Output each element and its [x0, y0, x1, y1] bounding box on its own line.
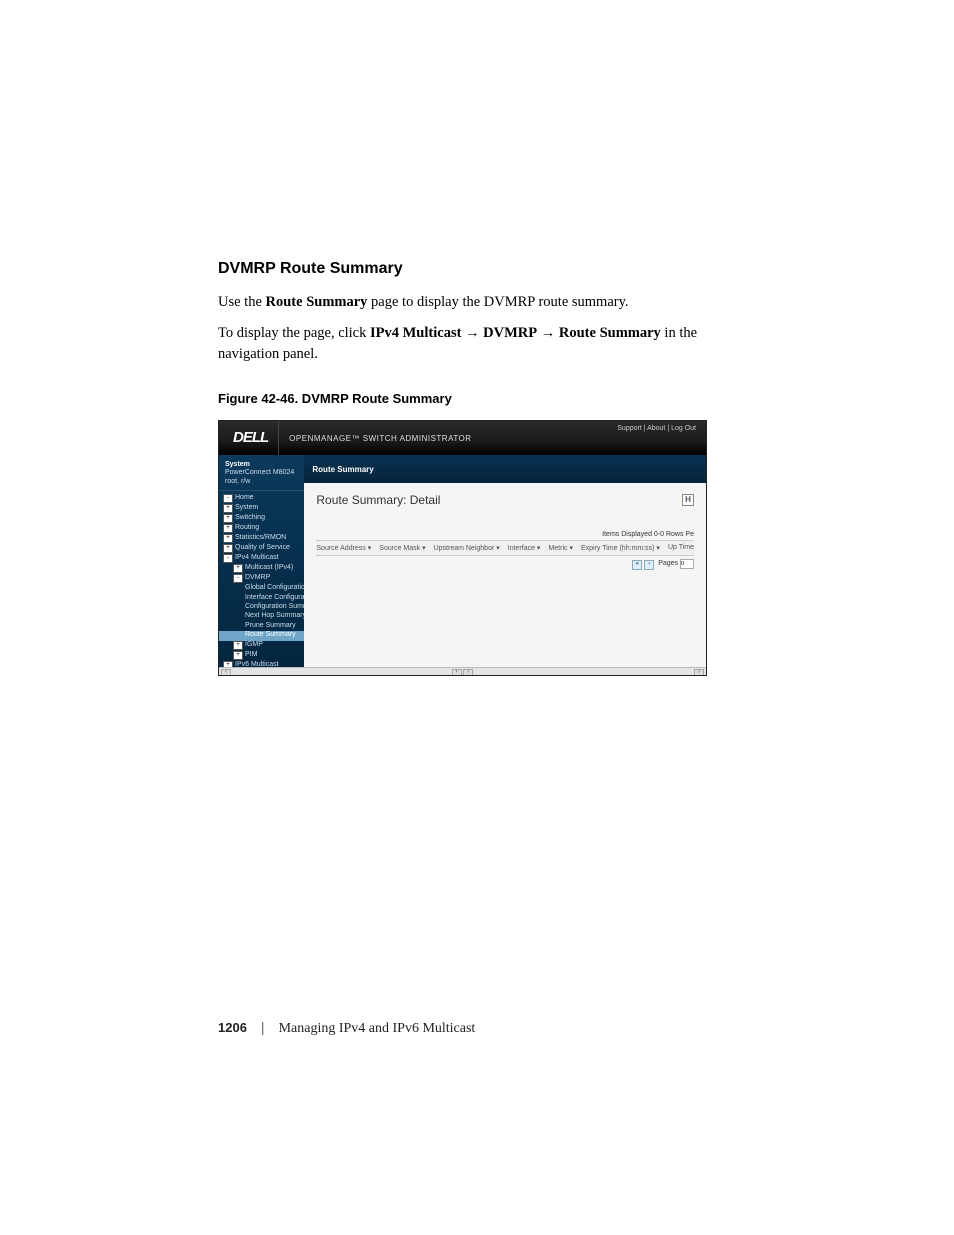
- sidebar-item-label: Global Configuratio: [245, 584, 304, 591]
- sidebar-item-label: Multicast (IPv4): [245, 564, 293, 571]
- section-heading: DVMRP Route Summary: [218, 260, 736, 278]
- table-header: Source Address ▾ Source Mask ▾ Upstream Ne…: [316, 540, 694, 556]
- sidebar-item[interactable]: Global Configuratio: [219, 584, 304, 593]
- figure-caption: Figure 42-46. DVMRP Route Summary: [218, 391, 736, 406]
- pages-label: Pages: [658, 560, 678, 567]
- expand-icon[interactable]: +: [223, 534, 233, 543]
- expand-icon[interactable]: +: [223, 514, 233, 523]
- expand-icon[interactable]: +: [223, 544, 233, 553]
- collapse-icon[interactable]: -: [223, 554, 233, 563]
- column-header[interactable]: Source Address ▾: [316, 544, 371, 552]
- sidebar-subtitle: PowerConnect M8024 root, r/w: [219, 469, 304, 491]
- nav-step-1: IPv4 Multicast: [370, 325, 461, 341]
- sidebar-item-label: Switching: [235, 514, 265, 521]
- arrow: →: [537, 325, 559, 341]
- expand-icon[interactable]: +: [223, 504, 233, 513]
- chapter-title: Managing IPv4 and IPv6 Multicast: [279, 1021, 476, 1037]
- sidebar-item[interactable]: Route Summary: [219, 631, 304, 640]
- column-header[interactable]: Source Mask ▾: [379, 544, 425, 552]
- page-number-input[interactable]: [680, 559, 694, 569]
- sidebar-item-label: Routing: [235, 524, 259, 531]
- sidebar-item[interactable]: +Statistics/RMON: [219, 534, 304, 544]
- sidebar-item[interactable]: -IPv4 Multicast: [219, 554, 304, 564]
- column-header[interactable]: Up Time: [668, 544, 694, 552]
- sidebar-item[interactable]: Interface Configurat: [219, 594, 304, 603]
- scroll-left-icon[interactable]: ‹: [221, 669, 231, 677]
- scroll-right-icon[interactable]: ›: [452, 669, 462, 677]
- panel-title: Route Summary: Detail: [316, 493, 440, 507]
- expand-icon[interactable]: +: [223, 524, 233, 533]
- app-header: DELL OPENMANAGE™ SWITCH ADMINISTRATOR Su…: [219, 421, 706, 455]
- column-header[interactable]: Upstream Neighbor ▾: [434, 544, 500, 552]
- figure-screenshot: DELL OPENMANAGE™ SWITCH ADMINISTRATOR Su…: [218, 420, 707, 676]
- sidebar-item-label: Quality of Service: [235, 544, 290, 551]
- dell-logo: DELL: [219, 421, 279, 455]
- user-mode: root, r/w: [225, 478, 250, 485]
- sidebar-item[interactable]: Prune Summary: [219, 622, 304, 631]
- sidebar-item-label: Prune Summary: [245, 622, 296, 629]
- text-bold: Route Summary: [266, 294, 368, 310]
- scroll-left-icon[interactable]: ‹: [463, 669, 473, 677]
- text: To display the page, click: [218, 325, 370, 341]
- sidebar-item-label: Route Summary: [245, 631, 296, 638]
- nav-step-2: DVMRP: [483, 325, 537, 341]
- scroll-right-icon[interactable]: ›: [694, 669, 704, 677]
- sidebar-item[interactable]: Configuration Summ: [219, 603, 304, 612]
- device-name: PowerConnect M8024: [225, 469, 294, 476]
- sidebar-title: System: [219, 459, 304, 469]
- collapse-icon[interactable]: -: [233, 574, 243, 583]
- sidebar-item[interactable]: +Routing: [219, 524, 304, 534]
- column-header[interactable]: Interface ▾: [508, 544, 541, 552]
- sidebar-item-label: Home: [235, 494, 254, 501]
- sidebar-item-label: IPv6 Multicast: [235, 661, 279, 667]
- sidebar-item-label: IGMP: [245, 641, 263, 648]
- text: page to display the DVMRP route summary.: [367, 294, 628, 310]
- column-header[interactable]: Metric ▾: [548, 544, 573, 552]
- prev-page-icon[interactable]: ‹: [644, 560, 654, 570]
- sidebar-item-label: Next Hop Summary: [245, 612, 304, 619]
- expand-icon[interactable]: +: [223, 661, 233, 667]
- sidebar-item[interactable]: Next Hop Summary: [219, 612, 304, 621]
- sidebar-item-label: Interface Configurat: [245, 594, 304, 601]
- sidebar-item[interactable]: -Home: [219, 494, 304, 504]
- scrollbar-bottom[interactable]: ‹ › ‹ ›: [219, 667, 706, 676]
- expand-icon[interactable]: +: [233, 641, 243, 650]
- nav-step-3: Route Summary: [559, 325, 661, 341]
- sidebar-item[interactable]: +PIM: [219, 651, 304, 661]
- items-displayed-label: Items Displayed 0-0 Rows Pe: [316, 531, 694, 538]
- intro-paragraph-1: Use the Route Summary page to display th…: [218, 292, 736, 313]
- sidebar-item[interactable]: +Quality of Service: [219, 544, 304, 554]
- first-page-icon[interactable]: «: [632, 560, 642, 570]
- breadcrumb: Route Summary: [304, 455, 706, 483]
- content-panel: Route Summary: Detail H Items Displayed …: [304, 483, 706, 667]
- collapse-icon[interactable]: -: [223, 494, 233, 503]
- sidebar-item[interactable]: +Switching: [219, 514, 304, 524]
- sidebar-item[interactable]: +System: [219, 504, 304, 514]
- sidebar-item[interactable]: -DVMRP: [219, 574, 304, 584]
- sidebar-item-label: DVMRP: [245, 574, 270, 581]
- print-icon[interactable]: H: [682, 494, 694, 506]
- arrow: →: [461, 325, 483, 341]
- sidebar-item-label: Configuration Summ: [245, 603, 304, 610]
- expand-icon[interactable]: +: [233, 651, 243, 660]
- footer-divider: |: [261, 1019, 265, 1035]
- column-header[interactable]: Expiry Time (hh:mm:ss) ▾: [581, 544, 660, 552]
- intro-paragraph-2: To display the page, click IPv4 Multicas…: [218, 323, 736, 365]
- pager: « ‹ Pages: [316, 559, 694, 570]
- sidebar-item-label: Statistics/RMON: [235, 534, 286, 541]
- expand-icon[interactable]: +: [233, 564, 243, 573]
- sidebar-item[interactable]: +IGMP: [219, 641, 304, 651]
- sidebar-item-label: System: [235, 504, 258, 511]
- sidebar-item[interactable]: +IPv6 Multicast: [219, 661, 304, 667]
- top-links[interactable]: Support | About | Log Out: [617, 425, 696, 432]
- nav-sidebar: System PowerConnect M8024 root, r/w -Hom…: [219, 455, 304, 667]
- sidebar-item-label: PIM: [245, 651, 257, 658]
- page-footer: 1206 | Managing IPv4 and IPv6 Multicast: [218, 1019, 475, 1037]
- page-number: 1206: [218, 1020, 247, 1035]
- product-name: OPENMANAGE™ SWITCH ADMINISTRATOR: [279, 434, 471, 443]
- sidebar-item[interactable]: +Multicast (IPv4): [219, 564, 304, 574]
- text: Use the: [218, 294, 266, 310]
- sidebar-item-label: IPv4 Multicast: [235, 554, 279, 561]
